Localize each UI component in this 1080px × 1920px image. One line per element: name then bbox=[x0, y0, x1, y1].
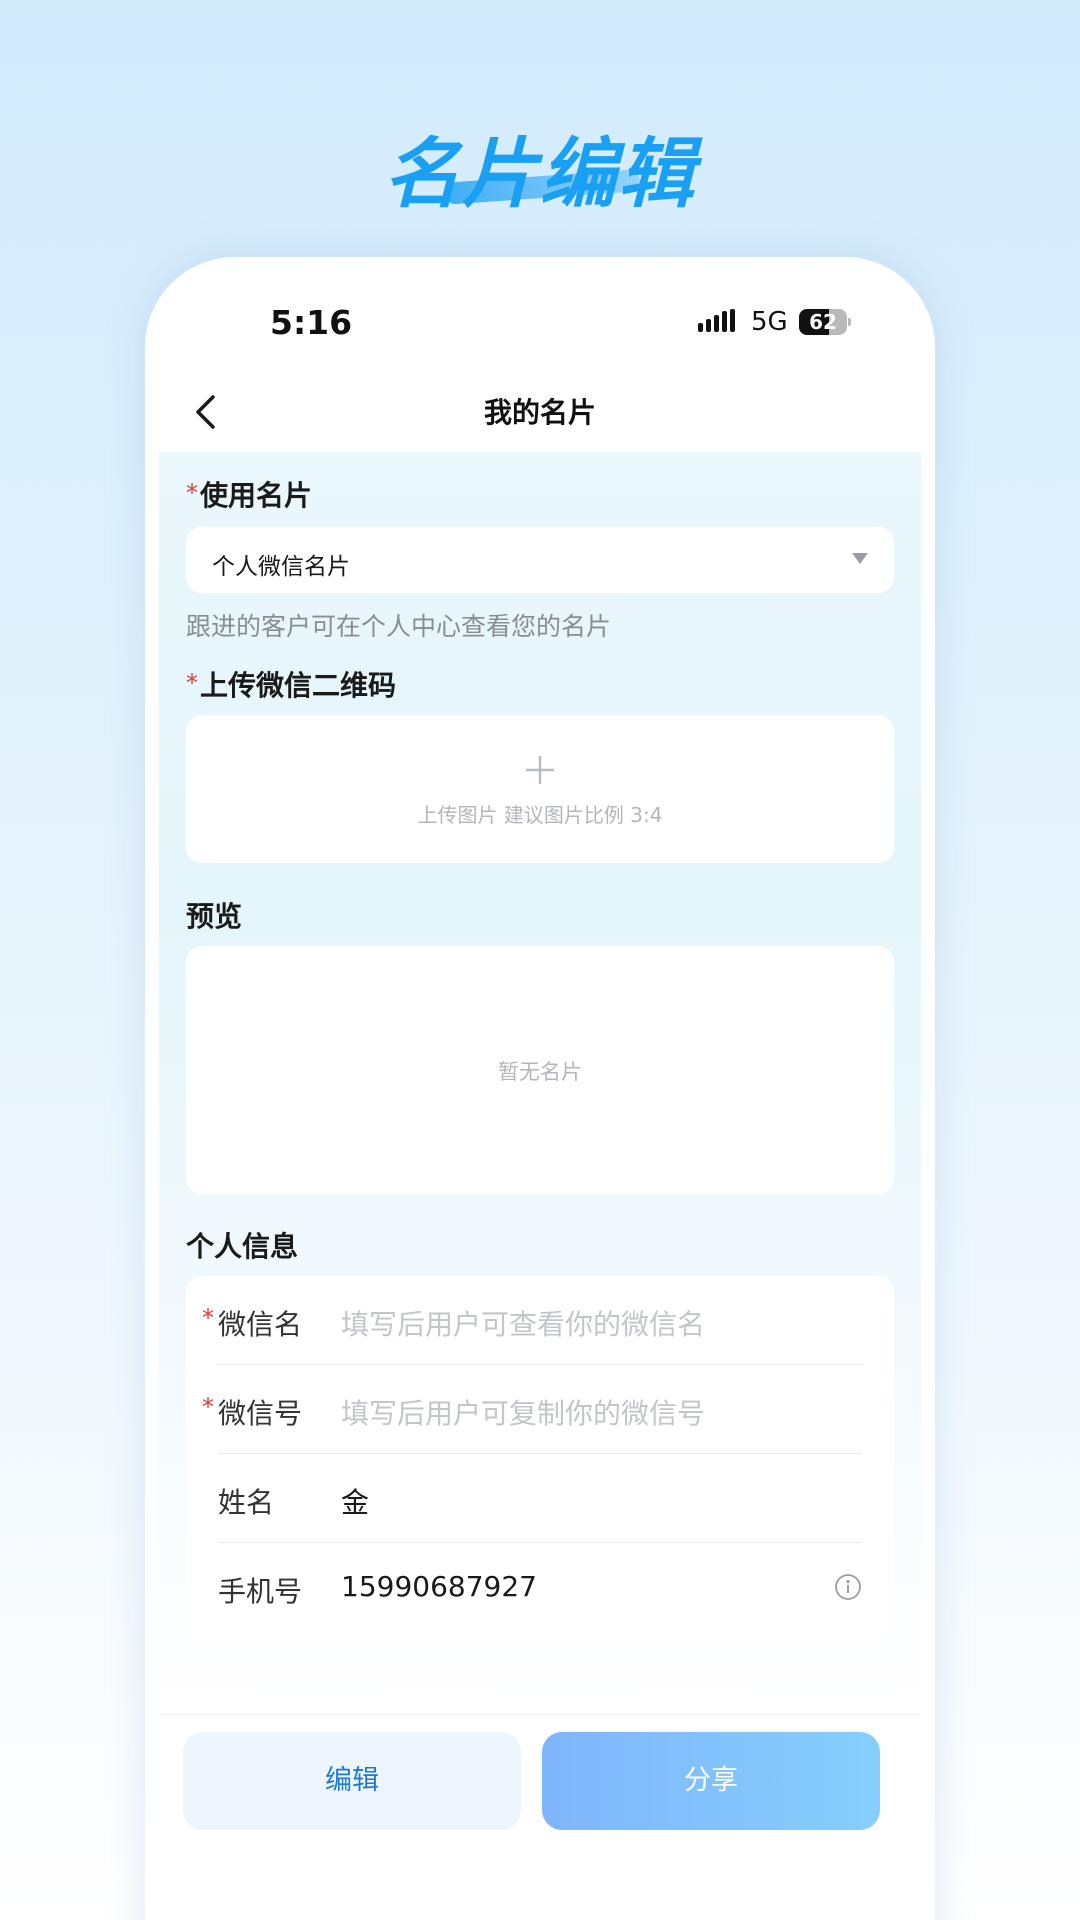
phone-value: 15990687927 bbox=[341, 1570, 537, 1603]
plus-icon bbox=[526, 756, 554, 784]
preview-empty-text: 暂无名片 bbox=[498, 1060, 582, 1084]
status-bar: 5:16 5G 62 bbox=[145, 257, 935, 377]
share-button[interactable]: 分享 bbox=[542, 1732, 880, 1830]
promo-title-text: 名片编辑 bbox=[384, 129, 696, 218]
required-mark: * bbox=[186, 479, 198, 507]
phone-row[interactable]: 手机号 15990687927 bbox=[218, 1543, 862, 1632]
card-type-select[interactable]: 个人微信名片 bbox=[186, 527, 894, 593]
required-mark: * bbox=[186, 669, 198, 697]
form-content: *使用名片 个人微信名片 跟进的客户可在个人中心查看您的名片 *上传微信二维码 … bbox=[159, 452, 921, 1712]
name-input[interactable]: 金 bbox=[341, 1481, 369, 1521]
preview-box: 暂无名片 bbox=[186, 946, 894, 1194]
required-mark: * bbox=[202, 1393, 214, 1421]
card-select-hint: 跟进的客户可在个人中心查看您的名片 bbox=[186, 612, 612, 641]
name-row[interactable]: 姓名 金 bbox=[218, 1454, 862, 1543]
card-select-label: *使用名片 bbox=[186, 474, 312, 514]
bottom-action-bar: 编辑 分享 bbox=[159, 1714, 921, 1920]
battery-icon: 62 bbox=[799, 309, 851, 335]
page-title: 我的名片 bbox=[483, 396, 596, 429]
wechat-name-label: 微信名 bbox=[218, 1308, 303, 1341]
qr-upload-box[interactable]: 上传图片 建议图片比例 3:4 bbox=[186, 715, 894, 863]
required-mark: * bbox=[202, 1304, 214, 1332]
edit-button[interactable]: 编辑 bbox=[183, 1732, 521, 1830]
info-icon[interactable] bbox=[834, 1573, 862, 1601]
phone-frame: 5:16 5G 62 我的名片 *使用名片 个人微信名片 跟进的客户可在个人中心… bbox=[145, 257, 935, 1920]
upload-hint: 上传图片 建议图片比例 3:4 bbox=[417, 803, 663, 827]
wechat-name-input[interactable]: 填写后用户可查看你的微信名 bbox=[341, 1303, 705, 1343]
personal-info-card: * 微信名 填写后用户可查看你的微信名 * 微信号 填写后用户可复制你的微信号 … bbox=[186, 1276, 894, 1640]
status-time: 5:16 bbox=[270, 303, 353, 342]
wechat-id-label: 微信号 bbox=[218, 1397, 303, 1430]
qr-upload-label-text: 上传微信二维码 bbox=[200, 669, 397, 702]
caret-down-icon bbox=[852, 553, 868, 564]
card-select-label-text: 使用名片 bbox=[200, 479, 313, 512]
card-type-value: 个人微信名片 bbox=[212, 554, 350, 580]
wechat-id-row[interactable]: * 微信号 填写后用户可复制你的微信号 bbox=[202, 1365, 862, 1454]
battery-percent: 62 bbox=[809, 310, 837, 334]
wechat-id-input[interactable]: 填写后用户可复制你的微信号 bbox=[341, 1392, 705, 1432]
network-label: 5G bbox=[751, 307, 788, 337]
personal-info-label: 个人信息 bbox=[186, 1230, 299, 1263]
qr-upload-label: *上传微信二维码 bbox=[186, 664, 396, 704]
wechat-name-row[interactable]: * 微信名 填写后用户可查看你的微信名 bbox=[202, 1276, 862, 1365]
phone-label: 手机号 bbox=[218, 1575, 303, 1608]
signal-icon bbox=[698, 309, 735, 332]
preview-label: 预览 bbox=[186, 900, 243, 933]
name-label: 姓名 bbox=[218, 1486, 275, 1519]
nav-bar: 我的名片 bbox=[145, 377, 935, 447]
